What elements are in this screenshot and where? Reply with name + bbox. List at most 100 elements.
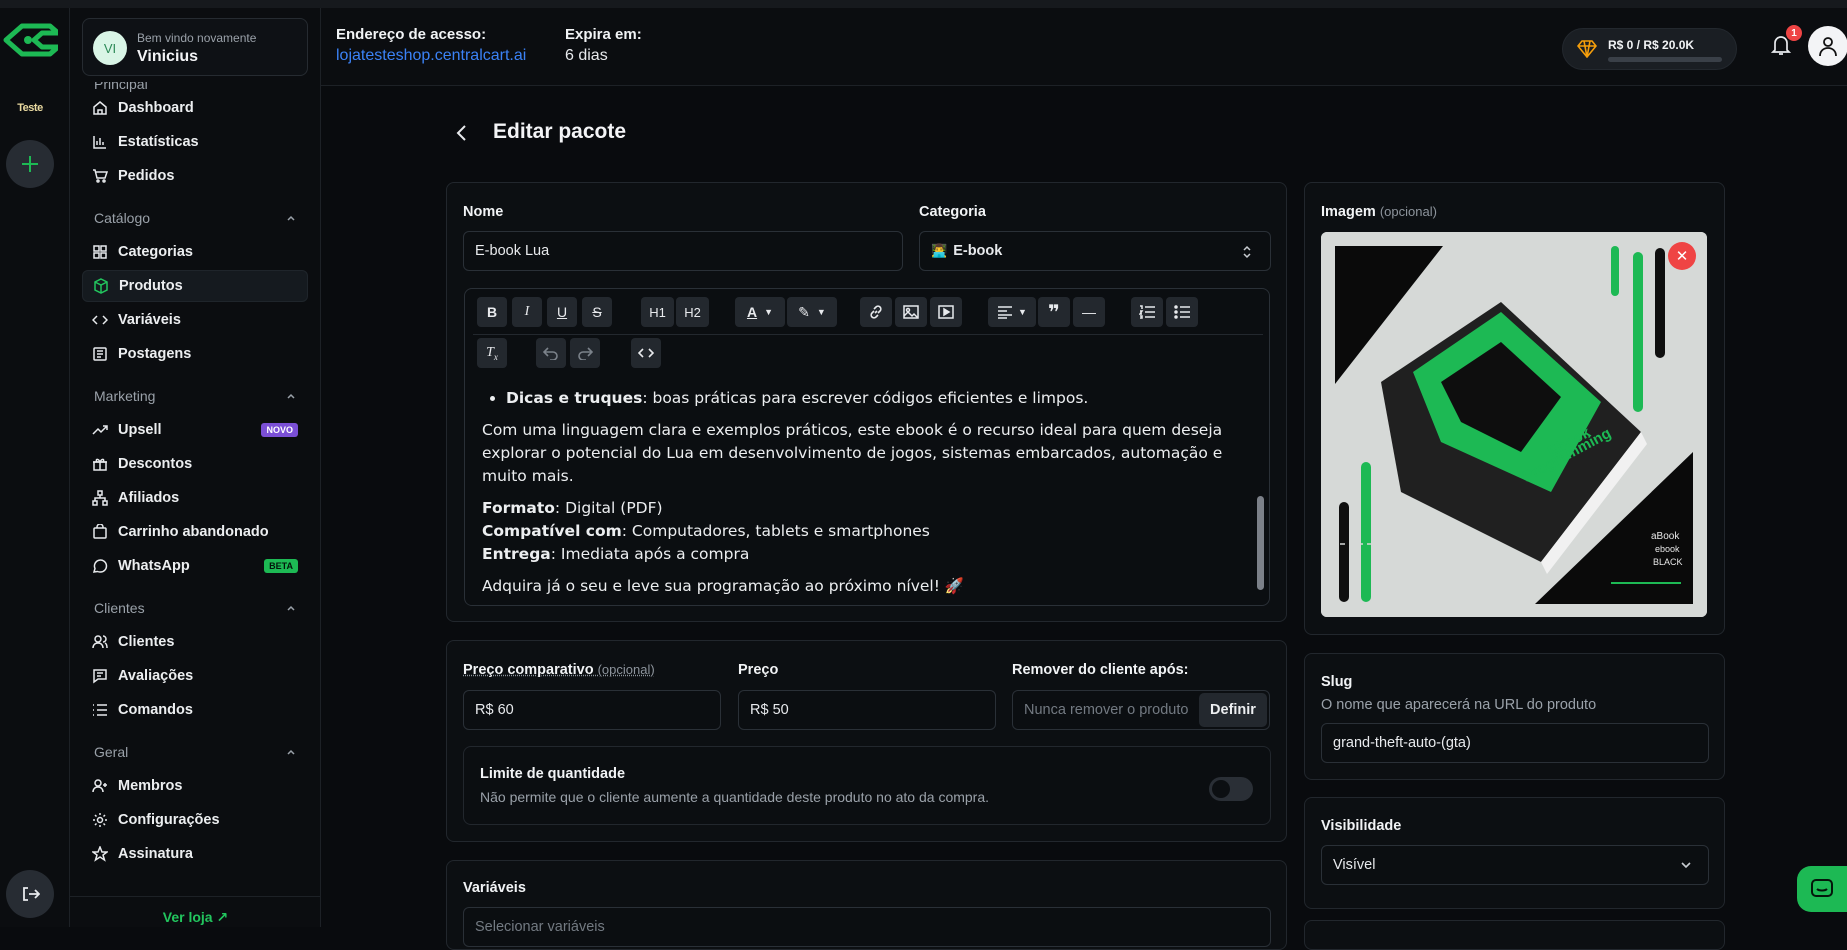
sidebar-item-estatisticas[interactable]: Estatísticas (82, 126, 308, 158)
variaveis-select[interactable]: Selecionar variáveis (463, 907, 1271, 947)
image-icon (903, 304, 919, 320)
h2-button[interactable]: H2 (676, 297, 709, 327)
bold-button[interactable]: B (477, 297, 507, 327)
link-button[interactable] (860, 297, 892, 327)
sidebar-item-comandos[interactable]: Comandos (82, 694, 308, 726)
editor-bullet-item: Dicas e truques: boas práticas para escr… (506, 387, 1240, 410)
limite-toggle[interactable] (1209, 777, 1253, 801)
ordered-list-button[interactable] (1131, 297, 1163, 327)
video-button[interactable] (930, 297, 962, 327)
sidebar-item-configuracoes[interactable]: Configurações (82, 804, 308, 836)
access-url-link[interactable]: lojatesteshop.centralcart.ai (336, 47, 526, 65)
align-button[interactable]: ▼ (988, 297, 1036, 327)
clear-format-button[interactable]: Tx (477, 338, 507, 368)
sidebar-item-descontos[interactable]: Descontos (82, 448, 308, 480)
sidebar-nav: Principal Dashboard Estatísticas Pedidos… (70, 82, 321, 882)
visibilidade-select[interactable]: Visível (1321, 845, 1709, 885)
section-principal[interactable]: Principal (94, 82, 306, 92)
plus-icon (19, 153, 41, 175)
network-icon (92, 490, 108, 506)
sidebar-item-whatsapp[interactable]: WhatsApp BETA (82, 550, 308, 582)
preco-comparativo-input[interactable]: R$ 60 (463, 690, 721, 730)
section-marketing[interactable]: Marketing (94, 388, 306, 404)
italic-button[interactable]: I (512, 297, 542, 327)
sidebar-item-clientes[interactable]: Clientes (82, 626, 308, 658)
section-geral[interactable]: Geral (94, 744, 306, 760)
undo-button[interactable] (536, 338, 566, 368)
category-emoji-icon: 👨‍💻 (931, 243, 947, 259)
redo-button[interactable] (570, 338, 600, 368)
add-store-button[interactable] (6, 140, 54, 188)
strikethrough-button[interactable]: S (582, 297, 612, 327)
user-icon (1816, 34, 1840, 58)
back-arrow-icon[interactable] (451, 122, 473, 144)
text-color-button[interactable]: A ▼ (735, 297, 785, 327)
user-card[interactable]: VI Bem vindo novamente Vinicius (82, 18, 308, 76)
sidebar-item-dashboard[interactable]: Dashboard (82, 92, 308, 124)
image-button[interactable] (895, 297, 927, 327)
undo-icon (543, 346, 559, 360)
bullet-list-button[interactable] (1166, 297, 1198, 327)
categoria-label: Categoria (919, 204, 986, 220)
quote-icon: ❞ (1048, 300, 1060, 325)
scrollbar-thumb[interactable] (1257, 496, 1264, 590)
sidebar-item-pedidos[interactable]: Pedidos (82, 160, 308, 192)
sidebar-item-assinatura[interactable]: Assinatura (82, 838, 308, 870)
underline-button[interactable]: U (547, 297, 577, 327)
whatsapp-icon (92, 558, 108, 574)
star-icon (92, 846, 108, 862)
quote-button[interactable]: ❞ (1038, 297, 1070, 327)
brand-logo[interactable] (2, 22, 58, 58)
chevron-down-icon: ▼ (1018, 307, 1027, 317)
definir-button[interactable]: Definir (1199, 693, 1267, 727)
diamond-icon (1577, 40, 1597, 58)
remove-image-button[interactable]: ✕ (1668, 242, 1696, 270)
section-clientes[interactable]: Clientes (94, 600, 306, 616)
categoria-select[interactable]: 👨‍💻 E-book (919, 231, 1271, 271)
nome-input[interactable]: E-book Lua (463, 231, 903, 271)
preco-input[interactable]: R$ 50 (738, 690, 996, 730)
description-editor: B I U S H1 H2 A▼ ✎▼ ▼ ❞ — Tx Dicas e tru… (464, 288, 1270, 606)
ver-loja-link[interactable]: Ver loja ↗ (70, 896, 321, 927)
bag-icon (92, 524, 108, 540)
sidebar-item-categorias[interactable]: Categorias (82, 236, 308, 268)
limite-quantidade-box (463, 746, 1271, 825)
grid-icon (92, 244, 108, 260)
divider-button[interactable]: — (1073, 297, 1105, 327)
code-view-button[interactable] (631, 338, 661, 368)
editor-paragraph: Com uma linguagem clara e exemplos práti… (482, 419, 1240, 488)
section-catalogo[interactable]: Catálogo (94, 210, 306, 226)
sidebar-item-avaliacoes[interactable]: Avaliações (82, 660, 308, 692)
cover-corner-2: ebook (1655, 544, 1680, 554)
slug-label: Slug (1321, 674, 1352, 690)
logout-button[interactable] (6, 870, 54, 918)
sidebar-item-variaveis[interactable]: Variáveis (82, 304, 308, 336)
sidebar-item-carrinho-abandonado[interactable]: Carrinho abandonado (82, 516, 308, 548)
slug-input[interactable]: grand-theft-auto-(gta) (1321, 723, 1709, 763)
product-image[interactable]: Ebook Programming aBook ebook BLACK ✕ (1321, 232, 1707, 617)
ordered-list-icon (1139, 305, 1155, 319)
chevron-up-icon (286, 747, 296, 757)
h1-button[interactable]: H1 (641, 297, 674, 327)
store-switch-teste[interactable]: Teste (8, 102, 52, 114)
highlight-color-button[interactable]: ✎ ▼ (787, 297, 837, 327)
sidebar-item-afiliados[interactable]: Afiliados (82, 482, 308, 514)
user-avatar-button[interactable] (1808, 26, 1847, 66)
editor-content[interactable]: Dicas e truques: boas práticas para escr… (466, 379, 1256, 605)
chevron-updown-icon (1242, 245, 1252, 259)
sidebar-item-membros[interactable]: Membros (82, 770, 308, 802)
video-icon (938, 304, 954, 320)
ebook-cover-image: Ebook Programming aBook ebook BLACK (1321, 232, 1707, 617)
chat-widget-button[interactable] (1797, 866, 1847, 912)
sidebar-item-postagens[interactable]: Postagens (82, 338, 308, 370)
editor-scrollbar[interactable] (1256, 379, 1266, 603)
sidebar-item-upsell[interactable]: Upsell NOVO (82, 414, 308, 446)
expires-value: 6 dias (565, 47, 608, 65)
plan-usage-pill[interactable]: R$ 0 / R$ 20.0K (1562, 28, 1737, 70)
sidebar-item-produtos[interactable]: Produtos (82, 270, 308, 302)
chart-icon (92, 134, 108, 150)
imagem-label: Imagem (opcional) (1321, 204, 1437, 220)
toggle-knob (1212, 780, 1230, 798)
remover-placeholder: Nunca remover o produto (1024, 702, 1188, 718)
variaveis-placeholder: Selecionar variáveis (475, 919, 605, 935)
